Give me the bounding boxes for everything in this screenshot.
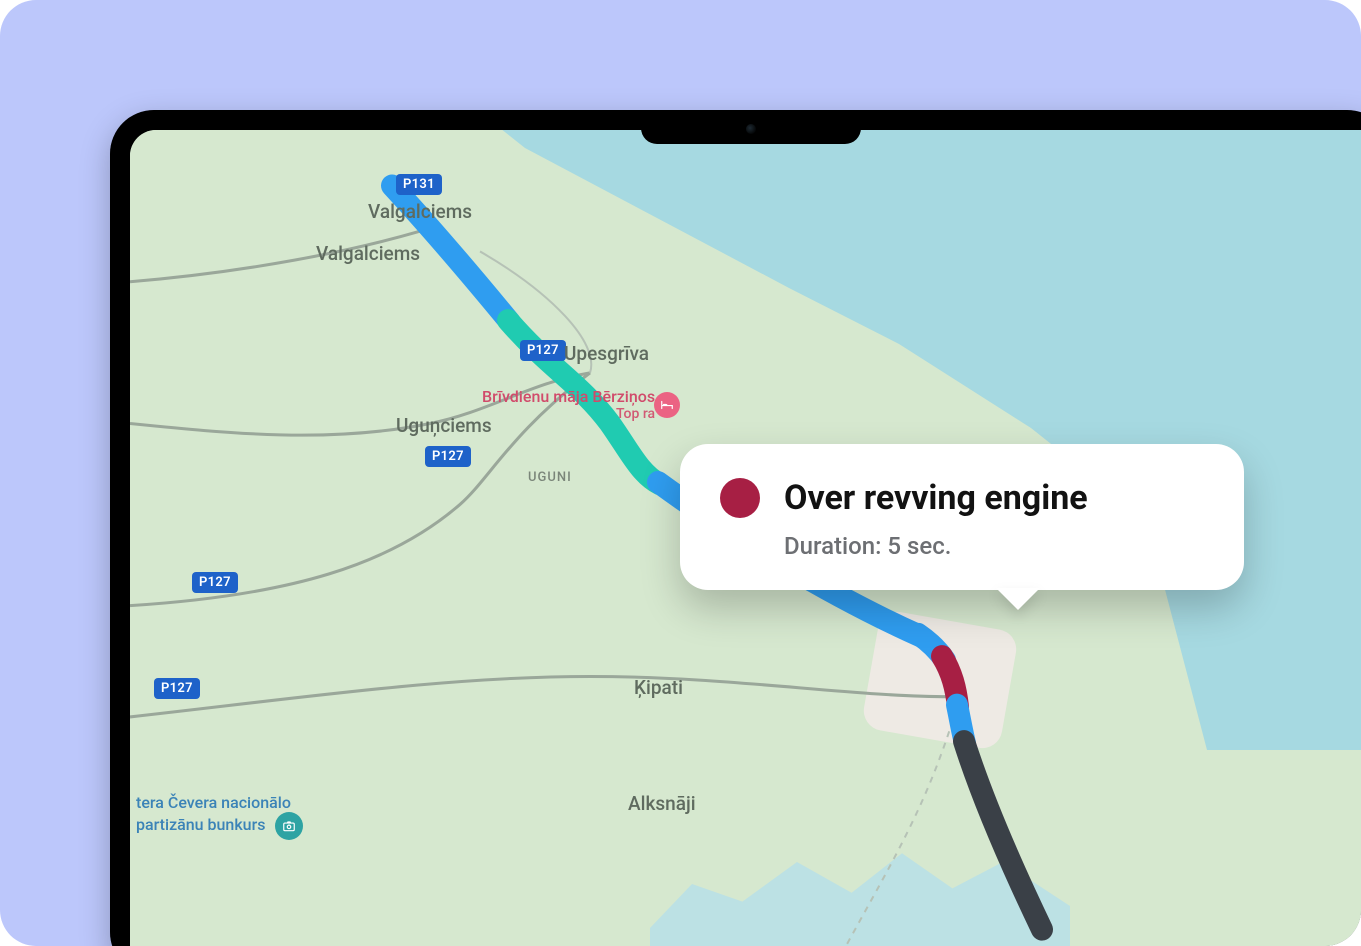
- place-label: Ķipati: [634, 676, 683, 699]
- place-label: Valgalciems: [316, 242, 420, 265]
- poi-hotel-name: Brīvdienu māja Bērziņos: [482, 387, 655, 406]
- poi-landmark-name: tera Čevera nacionālo partizānu bunkurs: [136, 793, 291, 835]
- device-screen: P131 P127 P127 P127 P127 Valgalciems Val…: [130, 130, 1361, 946]
- event-color-dot: [720, 478, 760, 518]
- place-label: Upesgrīva: [564, 342, 649, 365]
- stage: P131 P127 P127 P127 P127 Valgalciems Val…: [0, 0, 1361, 946]
- place-label: Alksnāji: [628, 792, 696, 815]
- road-shield-p131: P131: [396, 174, 442, 195]
- hotel-pin-icon[interactable]: [654, 392, 680, 418]
- road-shield-p127: P127: [425, 446, 471, 467]
- poi-hotel-sub: Top ra: [482, 406, 655, 422]
- map-canvas[interactable]: P131 P127 P127 P127 P127 Valgalciems Val…: [130, 130, 1361, 946]
- event-title: Over revving engine: [784, 478, 1088, 518]
- event-duration: Duration: 5 sec.: [784, 532, 1200, 560]
- poi-landmark[interactable]: tera Čevera nacionālo partizānu bunkurs: [136, 794, 303, 840]
- place-label: Valgalciems: [368, 200, 472, 223]
- place-label-small: UGUNI: [528, 470, 572, 485]
- poi-hotel-label[interactable]: Brīvdienu māja Bērziņos Top ra: [482, 388, 655, 422]
- event-tooltip: Over revving engine Duration: 5 sec.: [680, 444, 1244, 590]
- road-shield-p127: P127: [192, 572, 238, 593]
- place-label: Uguņciems: [396, 414, 492, 437]
- device-notch: [641, 110, 861, 144]
- camera-pin-icon: [275, 812, 303, 840]
- road-shield-p127: P127: [154, 678, 200, 699]
- road-shield-p127: P127: [520, 340, 566, 361]
- device-frame: P131 P127 P127 P127 P127 Valgalciems Val…: [110, 110, 1361, 946]
